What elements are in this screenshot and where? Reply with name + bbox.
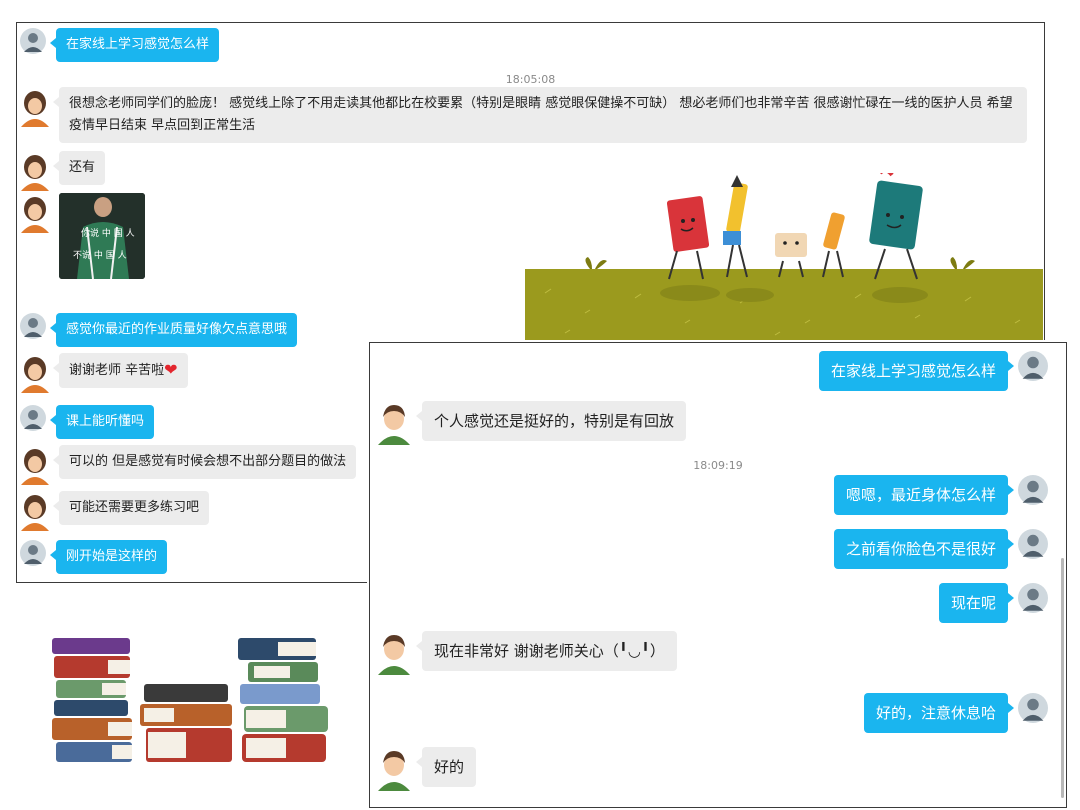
message-bubble[interactable]: 很想念老师同学们的脸庞！ 感觉线上除了不用走读其他都比在校要累（特别是眼睛 感觉… xyxy=(53,87,1027,143)
chat-message: 嗯嗯，最近身体怎么样 xyxy=(833,475,1048,515)
message-bubble[interactable]: 刚开始是这样的 xyxy=(49,540,168,574)
teacher-avatar xyxy=(20,28,50,58)
teacher-avatar xyxy=(1018,583,1048,613)
chat-message: 你说 中 国 人 不说 中 国 人 xyxy=(17,193,145,279)
chat-message: 很想念老师同学们的脸庞！ 感觉线上除了不用走读其他都比在校要累（特别是眼睛 感觉… xyxy=(17,87,1027,143)
chat-message: 现在呢 xyxy=(938,583,1048,623)
boy-avatar xyxy=(374,631,414,675)
message-bubble[interactable]: 好的 xyxy=(415,747,477,787)
message-bubble[interactable]: 可能还需要更多练习吧 xyxy=(52,491,210,525)
chat-message: 好的 xyxy=(374,747,477,791)
image-caption: 你说 中 国 人 xyxy=(81,229,135,239)
message-bubble[interactable]: 感觉你最近的作业质量好像欠点意思哦 xyxy=(49,313,298,347)
girl-avatar xyxy=(17,193,53,233)
chat-message: 之前看你脸色不是很好 xyxy=(833,529,1048,569)
message-text: 谢谢老师 辛苦啦 xyxy=(69,363,165,378)
message-bubble[interactable]: 课上能听懂吗 xyxy=(49,405,155,439)
timestamp: 18:09:19 xyxy=(693,459,743,472)
chat-message: 可能还需要更多练习吧 xyxy=(17,491,210,531)
message-bubble[interactable]: 在家线上学习感觉怎么样 xyxy=(818,351,1015,391)
chat-message: 现在非常好 谢谢老师关心（╹◡╹） xyxy=(374,631,677,675)
message-bubble[interactable]: 现在非常好 谢谢老师关心（╹◡╹） xyxy=(416,631,677,671)
message-bubble[interactable]: 可以的 但是感觉有时候会想不出部分题目的做法 xyxy=(52,445,357,479)
girl-avatar xyxy=(17,491,53,531)
chat-message: 个人感觉还是挺好的，特别是有回放 xyxy=(374,401,687,445)
message-bubble[interactable]: 还有 xyxy=(52,151,106,185)
teacher-avatar xyxy=(20,540,50,570)
image-caption: 不说 中 国 人 xyxy=(73,251,127,261)
message-bubble[interactable]: 之前看你脸色不是很好 xyxy=(833,529,1015,569)
chat-message: 刚开始是这样的 xyxy=(20,540,168,574)
timestamp: 18:05:08 xyxy=(505,73,556,86)
girl-avatar xyxy=(17,151,53,191)
chat-message: 课上能听懂吗 xyxy=(20,405,155,439)
chat-message: 感觉你最近的作业质量好像欠点意思哦 xyxy=(20,313,298,347)
message-bubble[interactable]: 在家线上学习感觉怎么样 xyxy=(49,28,220,62)
message-bubble[interactable]: 嗯嗯，最近身体怎么样 xyxy=(833,475,1015,515)
teacher-avatar xyxy=(20,313,50,343)
boy-avatar xyxy=(374,401,414,445)
chat-message: 在家线上学习感觉怎么样 xyxy=(818,351,1048,391)
scrollbar[interactable] xyxy=(1061,558,1064,798)
message-bubble[interactable]: 好的，注意休息哈 xyxy=(863,693,1015,733)
image-message[interactable]: 你说 中 国 人 不说 中 国 人 xyxy=(59,193,145,279)
walking-stationery-illustration xyxy=(525,173,1043,343)
chat-message: 还有 xyxy=(17,151,106,191)
teacher-avatar xyxy=(1018,475,1048,505)
girl-avatar xyxy=(17,445,53,485)
message-bubble[interactable]: 个人感觉还是挺好的，特别是有回放 xyxy=(415,401,687,441)
girl-avatar xyxy=(17,353,53,393)
teacher-avatar xyxy=(1018,351,1048,381)
chat-window-2: 在家线上学习感觉怎么样 个人感觉还是挺好的，特别是有回放 18:09:19 嗯嗯… xyxy=(369,342,1067,808)
message-bubble[interactable]: 谢谢老师 辛苦啦❤ xyxy=(53,353,188,388)
boy-avatar xyxy=(374,747,414,791)
teacher-avatar xyxy=(20,405,50,435)
chat-message: 谢谢老师 辛苦啦❤ xyxy=(17,353,188,393)
chat-message: 好的，注意休息哈 xyxy=(863,693,1048,733)
chat-message: 在家线上学习感觉怎么样 xyxy=(20,28,220,62)
teacher-avatar xyxy=(1018,529,1048,559)
chat-message: 可以的 但是感觉有时候会想不出部分题目的做法 xyxy=(17,445,357,485)
heart-emoji: ❤ xyxy=(164,360,178,379)
book-stack-illustration xyxy=(52,638,328,762)
message-bubble[interactable]: 现在呢 xyxy=(938,583,1015,623)
teacher-avatar xyxy=(1018,693,1048,723)
girl-avatar xyxy=(17,87,53,127)
